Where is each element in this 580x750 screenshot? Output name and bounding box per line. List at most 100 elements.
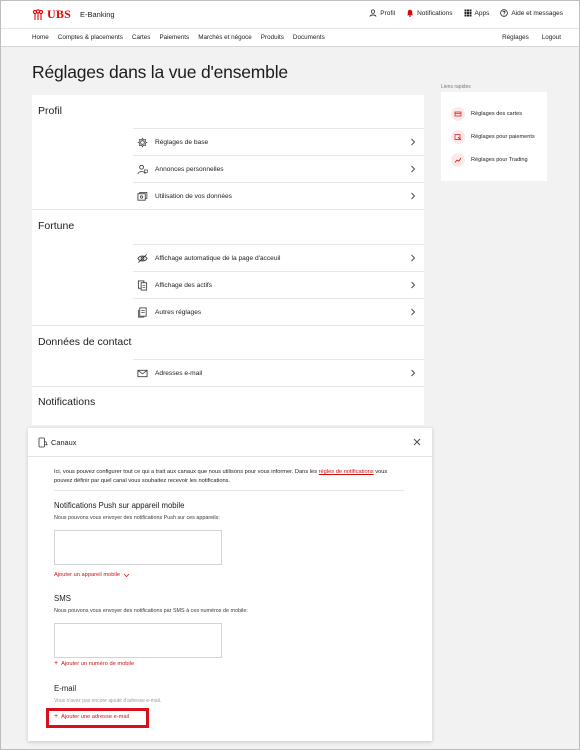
settings-row-label: Annonces personnelles — [155, 165, 224, 173]
notifications-link[interactable]: Notifications — [406, 9, 453, 17]
settings-row-email-addresses[interactable]: Adresses e-mail — [133, 359, 424, 386]
email-empty-state: Vous n'avez pas encore ajouté d'adresse … — [54, 698, 162, 704]
push-devices-list — [54, 530, 222, 565]
chevron-right-icon — [411, 254, 416, 262]
add-mobile-number-link[interactable]: + Ajouter un numéro de mobile — [54, 660, 134, 667]
help-link-label: Aide et messages — [511, 9, 563, 17]
chevron-right-icon — [411, 281, 416, 289]
data-usage-icon — [137, 191, 148, 201]
section-divider — [32, 386, 424, 387]
nav-payments[interactable]: Paiements — [159, 34, 189, 41]
page-title: Réglages dans la vue d'ensemble — [32, 62, 288, 82]
nav-products[interactable]: Produits — [261, 34, 284, 41]
quick-link-label: Réglages des cartes — [471, 111, 522, 117]
settings-row-other[interactable]: Autres réglages — [133, 298, 424, 325]
settings-row-label: Affichage des actifs — [155, 281, 213, 289]
help-link[interactable]: Aide et messages — [500, 9, 563, 17]
quick-link-label: Réglages pour paiements — [471, 134, 535, 140]
email-section-title: E-mail — [54, 684, 77, 693]
quick-link-card-settings[interactable]: Réglages des cartes — [451, 107, 522, 121]
main-nav-right: Réglages Logout — [502, 34, 561, 41]
plus-icon: + — [54, 660, 59, 667]
eye-off-icon — [137, 253, 148, 263]
settings-row-basic[interactable]: Réglages de base — [133, 128, 424, 155]
ubs-logo[interactable]: UBS — [32, 7, 71, 22]
nav-cards[interactable]: Cartes — [132, 34, 151, 41]
section-title-wealth: Fortune — [38, 220, 75, 232]
notification-rules-link[interactable]: règles de notifications — [319, 469, 374, 475]
modal-title: Canaux — [51, 438, 77, 447]
section-divider — [32, 325, 424, 326]
user-icon — [369, 9, 377, 17]
quick-link-label: Réglages pour Trading — [471, 157, 528, 163]
chevron-right-icon — [411, 308, 416, 316]
assets-icon — [137, 280, 148, 290]
notifications-link-label: Notifications — [417, 9, 453, 17]
card-settings-icon — [451, 107, 465, 121]
settings-row-label: Adresses e-mail — [155, 369, 203, 377]
keys-logo-icon — [32, 8, 44, 20]
document-stack-icon — [138, 307, 147, 317]
sms-numbers-list — [54, 623, 222, 658]
chevron-right-icon — [411, 192, 416, 200]
settings-row-label: Utilisation de vos données — [155, 192, 232, 200]
utility-links: Profil Notifications Apps Aide et messag… — [369, 9, 563, 17]
settings-row-label: Autres réglages — [155, 308, 202, 316]
push-section-title: Notifications Push sur appareil mobile — [54, 501, 185, 510]
channels-modal: Canaux Ici, vous pouvez configurer tout … — [28, 428, 432, 741]
top-bar: UBS E-Banking Profil Notifications Apps … — [1, 1, 579, 28]
help-icon — [500, 9, 509, 17]
phone-bell-icon — [38, 437, 48, 448]
settings-row-personal-ads[interactable]: Annonces personnelles — [133, 155, 424, 182]
nav-home[interactable]: Home — [32, 34, 49, 41]
nav-logout[interactable]: Logout — [542, 34, 561, 41]
settings-row-label: Affichage automatique de la page d'acceu… — [155, 254, 281, 262]
settings-row-label: Réglages de base — [155, 138, 209, 146]
settings-row-assets-display[interactable]: Affichage des actifs — [133, 271, 424, 298]
person-ad-icon — [137, 164, 148, 174]
nav-settings[interactable]: Réglages — [502, 34, 529, 41]
highlight-annotation — [46, 708, 149, 728]
chevron-down-icon — [123, 573, 130, 577]
profile-link-label: Profil — [380, 9, 396, 17]
sms-section-title: SMS — [54, 594, 71, 603]
close-icon[interactable] — [413, 438, 421, 446]
divider — [54, 490, 404, 491]
profile-link[interactable]: Profil — [369, 9, 395, 17]
add-mobile-device-link[interactable]: Ajouter un appareil mobile — [54, 572, 130, 578]
nav-markets[interactable]: Marchés et négoce — [198, 34, 252, 41]
product-name: E-Banking — [80, 10, 115, 19]
add-mobile-device-label: Ajouter un appareil mobile — [54, 572, 121, 578]
section-title-contact: Données de contact — [38, 336, 132, 348]
bell-icon — [407, 9, 414, 17]
quick-links-label: Liens rapides — [441, 84, 471, 90]
push-section-desc: Nous pouvons vous envoyer des notificati… — [54, 515, 220, 521]
settings-row-data-usage[interactable]: Utilisation de vos données — [133, 182, 424, 209]
apps-grid-icon — [464, 9, 471, 17]
quick-link-trading-settings[interactable]: Réglages pour Trading — [451, 153, 528, 167]
quick-link-payment-settings[interactable]: Réglages pour paiements — [451, 130, 535, 144]
apps-link[interactable]: Apps — [464, 9, 490, 17]
nav-documents[interactable]: Documents — [293, 34, 325, 41]
section-divider — [32, 209, 424, 210]
apps-link-label: Apps — [474, 9, 490, 17]
settings-overview-card: Profil Réglages de base Annonces personn… — [32, 95, 424, 425]
chevron-right-icon — [411, 138, 416, 146]
main-nav-left: Home Comptes & placements Cartes Paiemen… — [32, 34, 325, 41]
trading-chart-icon — [451, 153, 465, 167]
settings-row-homepage-display[interactable]: Affichage automatique de la page d'acceu… — [133, 244, 424, 271]
envelope-icon — [137, 369, 148, 377]
nav-accounts[interactable]: Comptes & placements — [58, 34, 123, 41]
modal-intro: Ici, vous pouvez configurer tout ce qui … — [54, 468, 388, 486]
intro-text: Ici, vous pouvez configurer tout ce qui … — [54, 469, 319, 475]
quick-links-card: Réglages des cartes Réglages pour paieme… — [441, 92, 547, 181]
chevron-right-icon — [411, 165, 416, 173]
sms-section-desc: Nous pouvons vous envoyer des notificati… — [54, 608, 248, 614]
modal-header: Canaux — [28, 428, 432, 457]
add-mobile-number-label: Ajouter un numéro de mobile — [61, 660, 135, 667]
section-title-notifications: Notifications — [38, 396, 96, 408]
gear-icon — [137, 137, 148, 147]
logo-text: UBS — [47, 7, 71, 21]
chevron-right-icon — [411, 369, 416, 377]
payment-settings-icon — [451, 130, 465, 144]
